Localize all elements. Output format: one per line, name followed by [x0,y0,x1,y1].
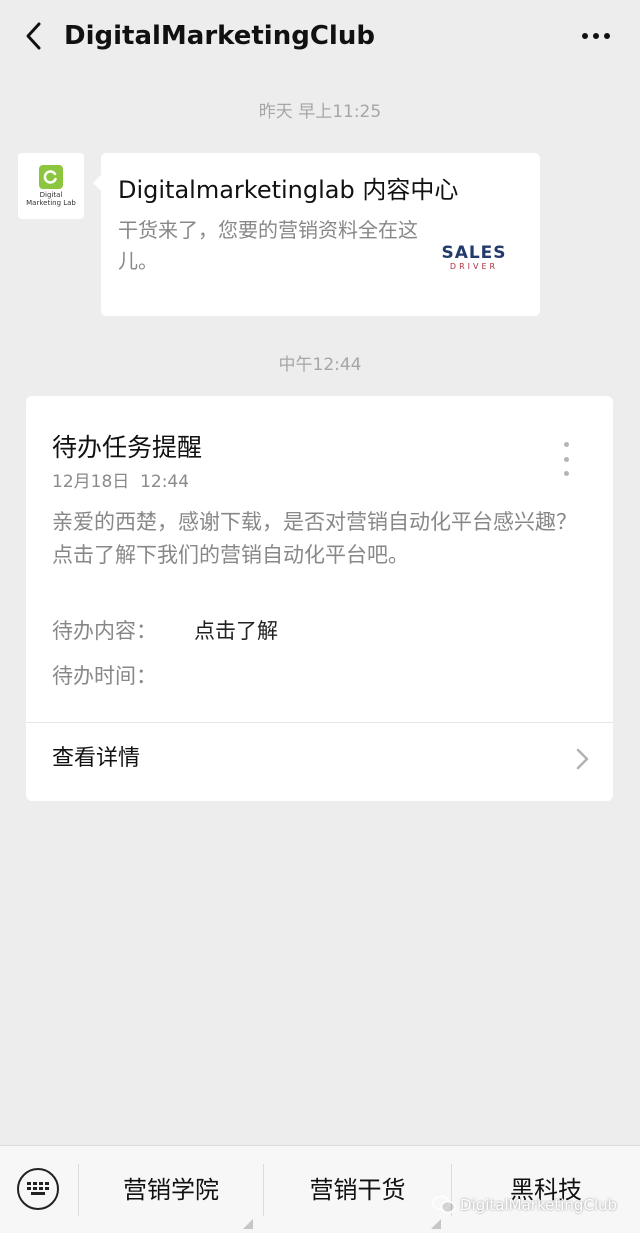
task-time-label: 待办时间： [52,664,157,688]
bottom-menu-bar: 营销学院 营销干货 黑科技 DigitalMarketingClub [0,1145,640,1233]
chat-header: DigitalMarketingClub [0,0,640,72]
message-timestamp: 昨天 早上11:25 [258,102,382,122]
task-content-label: 待办内容： [52,619,157,643]
back-arrow-icon [26,22,41,50]
task-content-link[interactable]: 点击了解 [194,616,278,646]
thumbnail-main-text: SALES [441,243,507,263]
thumbnail-sub-text: DRIVER [449,262,499,271]
link-card-description: 干货来了，您要的营销资料全在这儿。 [118,218,418,273]
link-card-thumbnail: SALES DRIVER [439,241,509,275]
link-message-card[interactable]: Digitalmarketinglab 内容中心 干货来了，您要的营销资料全在这… [93,153,540,316]
menu-item-black-tech[interactable]: 黑科技 [452,1170,640,1210]
submenu-indicator-icon [431,1219,441,1229]
task-card-body: 亲爱的西楚，感谢下载，是否对营销自动化平台感兴趣？点击了解下我们的营销自动化平台… [52,510,577,567]
link-card-title: Digitalmarketinglab 内容中心 [118,176,459,204]
task-card-title: 待办任务提醒 [52,433,203,462]
chat-title: DigitalMarketingClub [64,21,375,51]
vertical-dots-icon [563,471,569,476]
menu-item-marketing-academy[interactable]: 营销学院 [79,1170,263,1210]
avatar-logo-text: Digital Marketing Lab [26,191,76,207]
chevron-right-icon [576,748,589,770]
keyboard-icon [27,1182,49,1195]
logo-mark-icon [39,165,63,189]
view-details-label: 查看详情 [52,746,141,771]
more-button[interactable] [578,22,614,50]
vertical-dots-icon [563,456,569,462]
menu-item-marketing-resources[interactable]: 营销干货 [264,1170,451,1210]
vertical-dots-icon [563,442,569,447]
sender-avatar[interactable]: Digital Marketing Lab [18,153,84,219]
view-details-button[interactable]: 查看详情 [26,723,613,801]
message-timestamp: 中午12:44 [278,355,362,375]
task-card-menu-button[interactable] [559,442,573,476]
back-button[interactable] [18,18,48,54]
keyboard-toggle-button[interactable] [17,1168,59,1210]
submenu-indicator-icon [243,1219,253,1229]
more-dots-icon [582,33,610,39]
task-reminder-card[interactable]: 待办任务提醒 12月18日 12:44 亲爱的西楚，感谢下载，是否对营销自动化平… [26,396,613,801]
task-card-date: 12月18日 12:44 [52,472,190,492]
